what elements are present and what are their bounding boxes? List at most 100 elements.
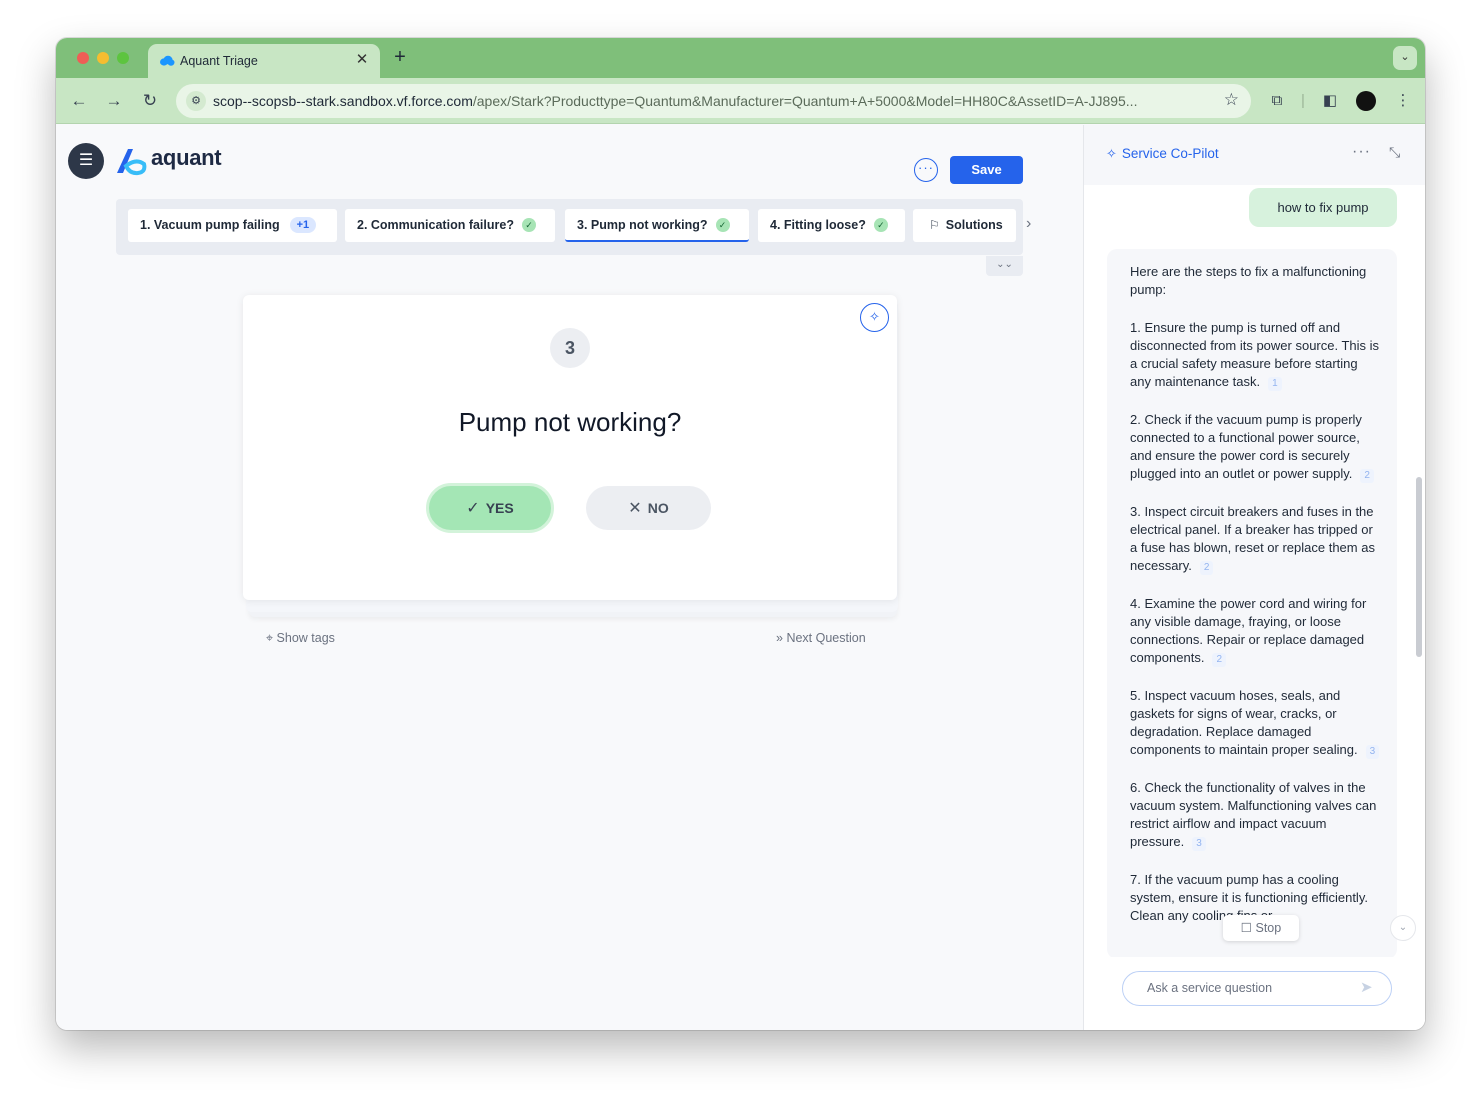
extensions-puzzle-icon[interactable]: ⧉ <box>1266 90 1288 112</box>
step-breadcrumb: 1. Vacuum pump failing +1 2. Communicatio… <box>116 199 1023 255</box>
step-label: 4. Fitting loose? <box>770 218 866 232</box>
citation-ref[interactable]: 1 <box>1268 377 1282 391</box>
copilot-header: ✧ Service Co-Pilot ··· ⤡ <box>1084 125 1425 185</box>
next-question-link[interactable]: » Next Question <box>776 631 866 645</box>
yes-button[interactable]: ✓ YES <box>426 483 554 533</box>
stop-label: Stop <box>1255 921 1282 935</box>
step-text: 5. Inspect vacuum hoses, seals, and gask… <box>1130 688 1358 757</box>
salesforce-cloud-icon <box>160 55 175 66</box>
step-label: 2. Communication failure? <box>357 218 514 232</box>
stop-generating-button[interactable]: ☐ Stop <box>1223 915 1299 941</box>
copilot-more-icon[interactable]: ··· <box>1352 143 1371 161</box>
logo-text: aquant <box>151 145 222 170</box>
step-text: 2. Check if the vacuum pump is properly … <box>1130 412 1362 481</box>
address-bar[interactable]: ⚙ scop--scopsb--stark.sandbox.vf.force.c… <box>176 84 1251 118</box>
no-button[interactable]: ✕ NO <box>586 486 711 530</box>
browser-tab[interactable]: Aquant Triage ✕ <box>148 44 380 78</box>
triage-main: ☰ aquant ··· Save 1. Vacuum pump failing… <box>56 125 1083 1030</box>
back-arrow-icon[interactable]: ← <box>66 88 92 114</box>
ai-sparkle-icon[interactable]: ✧ <box>860 303 889 332</box>
question-card: ✧ 3 Pump not working? ✓ YES ✕ NO <box>243 295 897 600</box>
assistant-step: 2. Check if the vacuum pump is properly … <box>1130 411 1382 483</box>
citation-ref[interactable]: 2 <box>1199 561 1214 575</box>
expand-chevrons-icon[interactable]: ⌄⌄ <box>986 256 1023 276</box>
sparkle-icon: ✧ <box>1106 146 1117 161</box>
step-label: Solutions <box>945 218 1003 232</box>
step-tab-4[interactable]: 4. Fitting loose? ✓ <box>758 209 905 242</box>
maximize-window-button[interactable] <box>117 52 129 64</box>
show-tags-label: Show tags <box>276 631 335 645</box>
aquant-logo-icon <box>117 149 147 176</box>
assistant-step: 3. Inspect circuit breakers and fuses in… <box>1130 503 1382 575</box>
copilot-title: ✧ Service Co-Pilot <box>1106 146 1219 162</box>
step-label: 3. Pump not working? <box>577 218 708 232</box>
stop-square-icon: ☐ <box>1240 921 1252 935</box>
browser-tab-bar: Aquant Triage ✕ + ⌄ <box>56 38 1425 78</box>
check-icon: ✓ <box>466 500 480 517</box>
assistant-step: 6. Check the functionality of valves in … <box>1130 779 1382 851</box>
step-text: 4. Examine the power cord and wiring for… <box>1130 596 1367 665</box>
copilot-title-text: Service Co-Pilot <box>1121 146 1219 161</box>
assistant-message-body: Here are the steps to fix a malfunctioni… <box>1130 263 1382 945</box>
browser-window: Aquant Triage ✕ + ⌄ ← → ↻ ⚙ scop--scopsb… <box>56 38 1425 1030</box>
show-tags-link[interactable]: ⌖ Show tags <box>266 631 335 646</box>
site-settings-icon[interactable]: ⚙ <box>186 91 206 111</box>
menu-toggle-icon[interactable]: ☰ <box>68 143 104 179</box>
step-tab-3[interactable]: 3. Pump not working? ✓ <box>565 209 749 242</box>
step-label: 1. Vacuum pump failing <box>140 218 280 232</box>
citation-ref[interactable]: 3 <box>1192 837 1206 851</box>
assistant-step: 4. Examine the power cord and wiring for… <box>1130 595 1382 667</box>
citation-ref[interactable]: 2 <box>1212 653 1226 667</box>
tab-search-chevron-icon[interactable]: ⌄ <box>1393 46 1417 70</box>
assistant-intro: Here are the steps to fix a malfunctioni… <box>1130 264 1367 297</box>
toolbar-divider: | <box>1301 92 1305 109</box>
collapse-panel-icon[interactable]: ⤡ <box>1389 144 1400 161</box>
url-host: scop--scopsb--stark.sandbox.vf.force.com <box>213 93 473 109</box>
side-panel-icon[interactable]: ◧ <box>1319 90 1341 112</box>
forward-arrow-icon[interactable]: → <box>101 88 127 114</box>
question-title: Pump not working? <box>458 407 682 437</box>
step-text: 3. Inspect circuit breakers and fuses in… <box>1130 504 1375 573</box>
chat-input-area: Ask a service question ➤ <box>1084 957 1425 1030</box>
next-question-label: Next Question <box>786 631 866 645</box>
minimize-window-button[interactable] <box>97 52 109 64</box>
close-window-button[interactable] <box>77 52 89 64</box>
tag-icon: ⌖ <box>266 631 274 645</box>
citation-ref[interactable]: 3 <box>1365 745 1380 759</box>
more-options-button[interactable]: ··· <box>914 158 938 182</box>
no-label: NO <box>647 500 669 516</box>
check-icon: ✓ <box>715 217 730 232</box>
step-tab-2[interactable]: 2. Communication failure? ✓ <box>345 209 555 242</box>
step-text: 1. Ensure the pump is turned off and dis… <box>1130 320 1380 389</box>
bookmark-star-icon[interactable]: ☆ <box>1224 90 1239 110</box>
step-tab-1[interactable]: 1. Vacuum pump failing +1 <box>128 209 337 242</box>
step-tab-solutions[interactable]: ⚐ Solutions <box>913 209 1016 242</box>
x-icon: ✕ <box>628 500 642 517</box>
chrome-menu-icon[interactable]: ⋮ <box>1392 90 1414 112</box>
url-path: /apex/Stark?Producttype=Quantum&Manufact… <box>472 93 1138 109</box>
copilot-panel: ✧ Service Co-Pilot ··· ⤡ how to fix pump … <box>1083 125 1425 1030</box>
double-chevron-icon: » <box>776 631 783 645</box>
citation-ref[interactable]: 2 <box>1360 469 1374 483</box>
profile-avatar[interactable] <box>1356 91 1376 111</box>
page-content: ☰ aquant ··· Save 1. Vacuum pump failing… <box>56 125 1425 1030</box>
assistant-step: 5. Inspect vacuum hoses, seals, and gask… <box>1130 687 1382 759</box>
yes-label: YES <box>485 500 514 516</box>
flag-icon: ⚐ <box>929 218 940 232</box>
new-tab-button[interactable]: + <box>389 46 411 68</box>
user-message: how to fix pump <box>1249 188 1397 227</box>
more-steps-badge[interactable]: +1 <box>289 216 317 233</box>
check-icon: ✓ <box>873 217 888 232</box>
tab-close-icon[interactable]: ✕ <box>353 51 371 69</box>
send-icon[interactable]: ➤ <box>1360 978 1373 996</box>
save-button[interactable]: Save <box>950 156 1023 184</box>
scroll-down-icon[interactable]: ⌄ <box>1390 915 1416 941</box>
url-text[interactable]: scop--scopsb--stark.sandbox.vf.force.com… <box>213 93 1213 109</box>
chevron-right-icon[interactable]: › <box>1026 215 1031 233</box>
step-text: 6. Check the functionality of valves in … <box>1130 780 1377 849</box>
service-question-input[interactable]: Ask a service question <box>1122 971 1392 1006</box>
reload-icon[interactable]: ↻ <box>137 88 163 114</box>
check-icon: ✓ <box>521 217 536 232</box>
chat-scrollbar[interactable] <box>1416 477 1422 657</box>
tab-title: Aquant Triage <box>180 54 258 68</box>
